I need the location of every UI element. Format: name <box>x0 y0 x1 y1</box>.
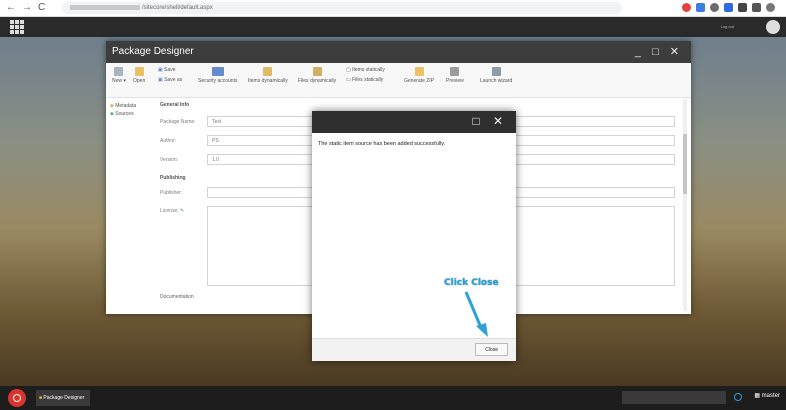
puzzle-icon[interactable] <box>738 3 747 12</box>
close-button[interactable]: Close <box>475 343 508 356</box>
window-title-bar: Package Designer _ □ ✕ <box>106 41 691 63</box>
dialog-footer: Close <box>312 338 516 361</box>
extension-icon-blue[interactable] <box>696 3 705 12</box>
address-bar[interactable]: /sitecore/shell/default.aspx <box>62 2 622 14</box>
sitecore-header: Log out <box>0 17 786 37</box>
sidebar-icon[interactable] <box>752 3 761 12</box>
launchpad-icon[interactable] <box>10 20 24 34</box>
dialog-controls[interactable]: □ ✕ <box>472 114 508 128</box>
taskbar-item-package-designer[interactable]: ■ Package Designer <box>36 390 91 406</box>
window-controls[interactable]: _ □ ✕ <box>635 41 683 63</box>
database-selector[interactable]: ▦ master <box>754 392 780 399</box>
start-button[interactable] <box>8 389 26 407</box>
logout-link[interactable]: Log out <box>721 24 734 29</box>
blurred-host <box>70 4 140 10</box>
dialog-title-bar: □ ✕ <box>312 111 516 133</box>
database-icon: ▦ <box>754 393 760 399</box>
profile-icon[interactable] <box>766 3 775 12</box>
url-path: /sitecore/shell/default.aspx <box>142 5 213 11</box>
taskbar: ■ Package Designer ▦ master <box>0 386 786 410</box>
extension-icon-grey[interactable] <box>710 3 719 12</box>
callout-arrow-icon <box>464 291 488 337</box>
reload-icon[interactable]: C <box>38 2 45 13</box>
avatar[interactable] <box>766 20 780 34</box>
package-icon: ■ <box>39 395 43 401</box>
click-close-callout: Click Close <box>444 278 499 288</box>
extension-icon-red[interactable] <box>682 3 691 12</box>
dialog-message: The static item source has been added su… <box>318 141 446 147</box>
clock-icon[interactable] <box>734 393 742 401</box>
forward-icon[interactable]: → <box>22 2 32 13</box>
back-icon[interactable]: ← <box>6 2 16 13</box>
window-title: Package Designer <box>112 46 194 57</box>
taskbar-search[interactable] <box>622 391 726 404</box>
browser-chrome: ← → C /sitecore/shell/default.aspx <box>0 0 786 17</box>
extension-icon-blue-2[interactable] <box>724 3 733 12</box>
